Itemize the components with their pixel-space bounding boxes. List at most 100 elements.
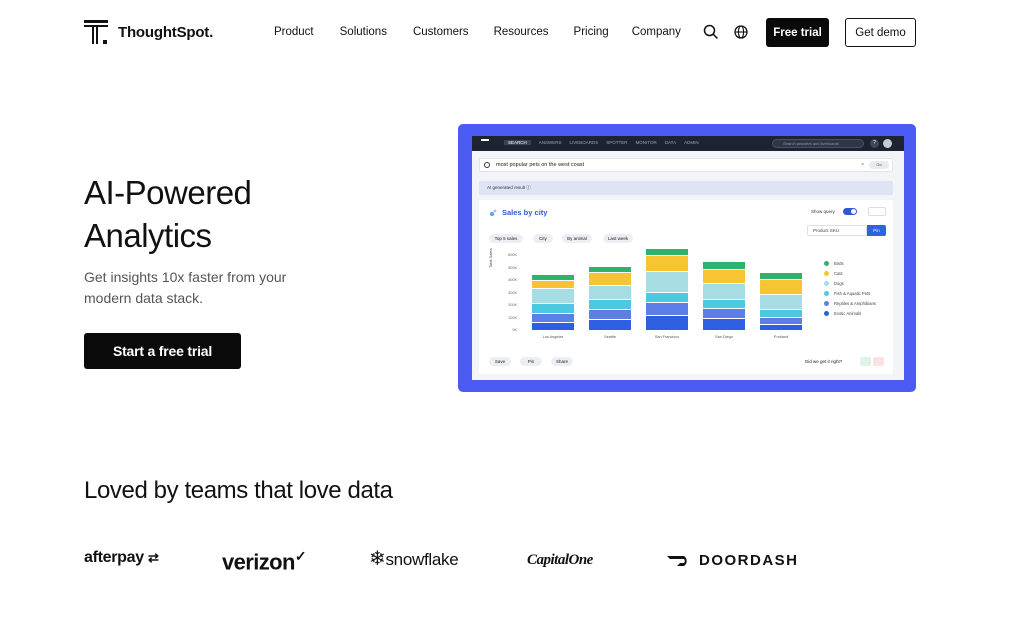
start-free-trial-button[interactable]: Start a free trial: [84, 333, 241, 369]
mock-clear-icon: ×: [861, 162, 864, 168]
mock-go-button: Go: [869, 161, 889, 169]
mock-tab-spotter: SPOTTER: [606, 140, 628, 145]
doordash-logo: DOORDASH: [699, 552, 799, 569]
mock-card-icons: [868, 207, 886, 216]
legend-swatch: [824, 281, 829, 286]
thoughtspot-logo-icon: [84, 20, 108, 44]
y-tick-label: 0K: [512, 328, 517, 332]
bar-segment: [703, 283, 745, 299]
mock-tab-data: DATA: [664, 140, 677, 145]
x-tick-label: San Diego: [715, 335, 733, 339]
bar-segment: [703, 308, 745, 319]
legend-swatch: [824, 291, 829, 296]
bar-segment: [532, 288, 574, 304]
mock-ai-banner: AI generated result ⓘ: [479, 181, 893, 195]
y-tick-label: 300K: [508, 290, 517, 295]
mock-filter-pill: City: [533, 234, 553, 243]
legend-label: Fish & Aquatic Pets: [834, 291, 871, 296]
bar-segment: [760, 316, 802, 324]
mock-show-query-toggle: [843, 208, 857, 215]
legend-swatch: [824, 301, 829, 306]
mock-share-button: Share: [551, 357, 573, 366]
mock-tabs: SEARCH ANSWERS LIVEBOARDS SPOTTER MONITO…: [504, 140, 699, 145]
bar-segment: [760, 278, 802, 294]
menu-item-solutions[interactable]: Solutions: [340, 26, 387, 38]
bar-segment: [760, 271, 802, 279]
brand-name: ThoughtSpot.: [118, 23, 214, 41]
bar-segment: [646, 315, 688, 330]
mock-filter-pill: Last week: [603, 234, 633, 243]
legend-label: Birds: [834, 261, 844, 266]
verizon-logo: verizon✓: [222, 548, 307, 575]
search-icon[interactable]: [703, 24, 719, 40]
bar-segment: [532, 321, 574, 330]
x-tick-label: San Francisco: [654, 335, 680, 339]
mock-filter-pill: Top 5 sales: [489, 234, 523, 243]
get-demo-button[interactable]: Get demo: [845, 18, 916, 47]
y-tick-label: 400K: [508, 278, 517, 282]
bar-stack: [589, 265, 631, 330]
bar-segment: [646, 301, 688, 315]
mock-y-axis-label: Total Sales: [488, 248, 493, 268]
main-menu: Product Solutions Customers Resources Pr…: [274, 26, 681, 38]
legend-label: Exotic Animals: [834, 311, 862, 316]
legend-swatch: [824, 311, 829, 316]
legend-item: Reptiles & Amphibians: [824, 301, 876, 306]
bar-segment: [532, 312, 574, 322]
menu-item-product[interactable]: Product: [274, 26, 314, 38]
menu-item-customers[interactable]: Customers: [413, 26, 469, 38]
snowflake-logo: ❄snowflake: [369, 548, 459, 570]
bar-segment: [646, 291, 688, 302]
bar-segment: [760, 308, 802, 317]
bar-segment: [532, 280, 574, 289]
bar-segment: [589, 318, 631, 330]
mock-show-query-label: Show query: [811, 209, 835, 214]
x-tick-label: Portland: [773, 335, 789, 339]
bar-segment: [703, 268, 745, 284]
logos-heading: Loved by teams that love data: [84, 477, 393, 504]
bar-segment: [703, 261, 745, 269]
bar-segment: [646, 255, 688, 271]
legend-item: Fish & Aquatic Pets: [824, 291, 870, 296]
hero-subtitle: Get insights 10x faster from your modern…: [84, 269, 287, 306]
mock-sku-dropdown: Product SKU: [807, 225, 867, 236]
mock-tab-liveboards: LIVEBOARDS: [569, 140, 599, 145]
bar-segment: [646, 247, 688, 255]
mock-avatar: [883, 139, 892, 148]
thoughtspot-logo[interactable]: ThoughtSpot.: [84, 20, 213, 44]
mock-feedback-label: Did we get it right?: [805, 359, 843, 364]
bar-segment: [589, 285, 631, 300]
menu-item-resources[interactable]: Resources: [494, 26, 549, 38]
bar-segment: [760, 293, 802, 309]
mock-chart-title: Sales by city: [502, 208, 548, 217]
mock-tab-admin: ADMIN: [684, 140, 699, 145]
mock-tab-search: SEARCH: [504, 140, 531, 145]
legend-item: Exotic Animals: [824, 311, 861, 316]
y-tick-label: 600K: [508, 253, 517, 257]
bar-stack: [703, 261, 745, 330]
menu-item-pricing[interactable]: Pricing: [574, 26, 609, 38]
bar-stack: [646, 247, 688, 330]
bar-segment: [646, 270, 688, 292]
mock-save-button: Save: [489, 357, 511, 366]
mock-query-text: most popular pets on the west coast: [496, 162, 585, 168]
y-tick-label: 500K: [508, 265, 517, 270]
y-tick-label: 100K: [508, 315, 517, 320]
mock-pin-button: Pin: [867, 225, 886, 236]
free-trial-button[interactable]: Free trial: [766, 18, 829, 47]
mock-filter-pill: By animal: [562, 234, 592, 243]
globe-icon[interactable]: [733, 24, 749, 40]
x-tick-label: Los Angeles: [542, 335, 564, 339]
mock-help-icon: ?: [870, 139, 879, 148]
bar-stack: [760, 271, 802, 330]
bar-segment: [589, 271, 631, 285]
menu-item-company[interactable]: Company: [632, 26, 681, 38]
thumbs-down-icon: [873, 357, 884, 366]
mock-tab-monitor: MONITOR: [635, 140, 657, 145]
mock-logo-icon: [481, 139, 489, 147]
mock-search-icon: [484, 162, 490, 168]
hero-title: AI-Powered Analytics: [84, 174, 252, 254]
legend-swatch: [824, 261, 829, 266]
mock-topbar: SEARCH ANSWERS LIVEBOARDS SPOTTER MONITO…: [472, 136, 904, 151]
bar-segment: [532, 303, 574, 313]
